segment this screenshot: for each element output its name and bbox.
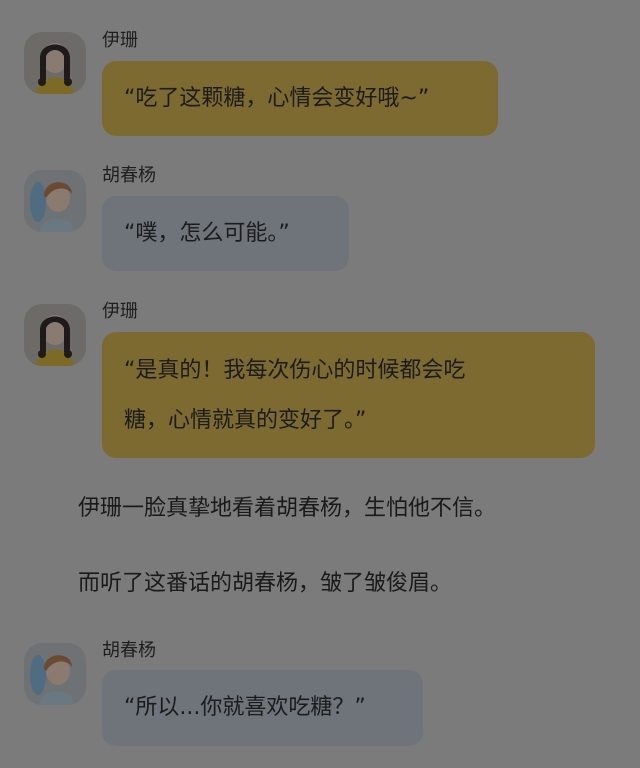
girl-avatar-icon[interactable] — [24, 304, 86, 366]
speaker-name: 胡春杨 — [102, 640, 156, 661]
message-bubble[interactable]: “是真的！我每次伤心的时候都会吃 糖，心情就真的变好了。” — [102, 332, 595, 458]
message-bubble[interactable]: “噗，怎么可能。” — [102, 196, 349, 271]
girl-avatar-icon[interactable] — [24, 32, 86, 94]
message-text-line: 糖，心情就真的变好了。” — [124, 408, 367, 433]
speaker-name: 伊珊 — [102, 30, 138, 51]
narration-text: 伊珊一脸真挚地看着胡春杨，生怕他不信。 — [78, 496, 497, 521]
speaker-name: 伊珊 — [102, 301, 138, 322]
speaker-name: 胡春杨 — [102, 165, 156, 186]
chat-screen: 伊珊 “吃了这颗糖，心情会变好哦~” 胡春杨 “噗，怎么可能。” 伊珊 “是真的… — [0, 0, 640, 768]
boy-avatar-icon[interactable] — [24, 643, 86, 705]
message-text-line: “是真的！我每次伤心的时候都会吃 — [124, 358, 466, 383]
message-bubble[interactable]: “吃了这颗糖，心情会变好哦~” — [102, 61, 498, 136]
message-text: “吃了这颗糖，心情会变好哦~” — [124, 86, 430, 111]
message-bubble[interactable]: “所以...你就喜欢吃糖？” — [102, 670, 423, 746]
message-text: “所以...你就喜欢吃糖？” — [124, 695, 366, 720]
narration-text: 而听了这番话的胡春杨，皱了皱俊眉。 — [78, 571, 453, 596]
message-text: “噗，怎么可能。” — [124, 221, 290, 246]
boy-avatar-icon[interactable] — [24, 170, 86, 232]
